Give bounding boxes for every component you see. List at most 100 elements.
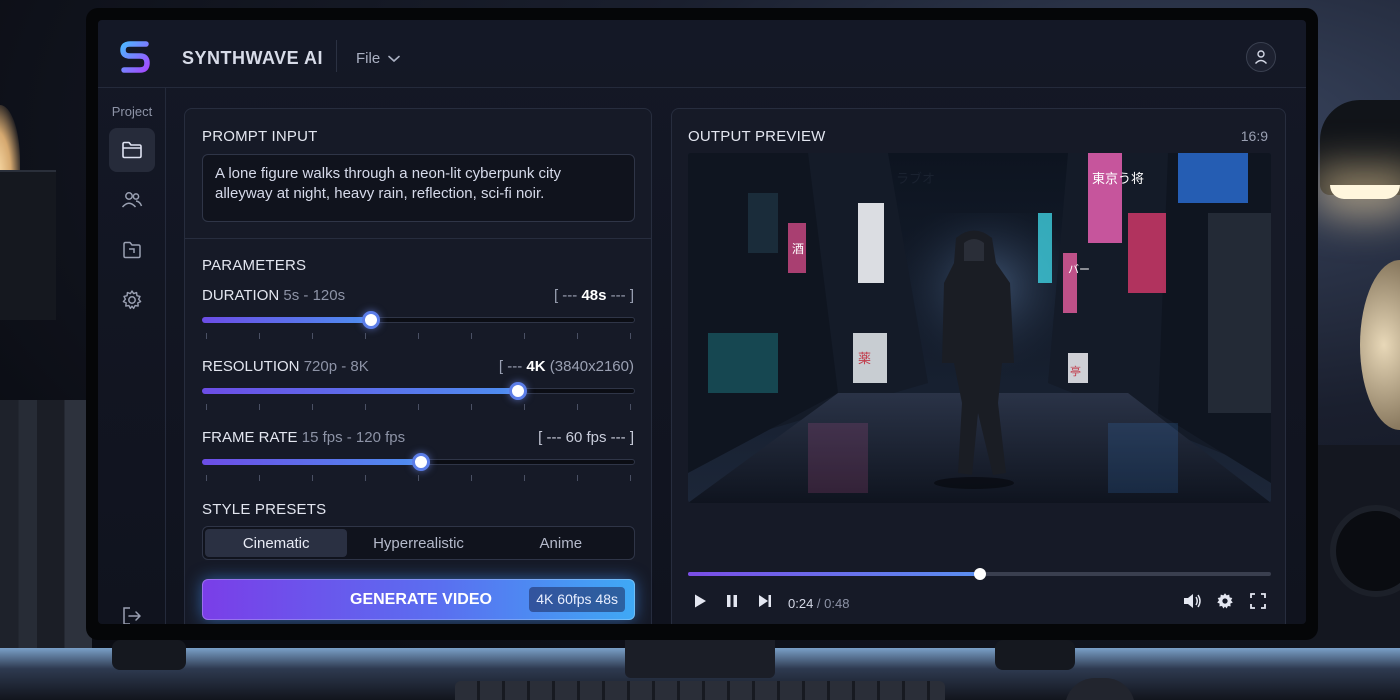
aspect-ratio: 16:9 <box>1240 128 1268 144</box>
parameters-section-title: PARAMETERS <box>202 257 307 274</box>
file-menu-label: File <box>356 50 381 67</box>
resolution-slider[interactable] <box>202 382 635 400</box>
resolution-ticks <box>206 404 631 410</box>
duration-label-text: DURATION <box>202 287 280 304</box>
monitor-stand <box>625 638 775 678</box>
desk-speaker-right <box>995 640 1075 670</box>
user-icon <box>1254 50 1268 64</box>
file-menu[interactable]: File <box>356 50 400 67</box>
frame-rate-value: [ --- 60 fps --- ] <box>538 429 634 446</box>
style-presets: Cinematic Hyperrealistic Anime <box>202 526 635 560</box>
logout-button[interactable] <box>109 594 155 624</box>
timeline-progress <box>688 572 980 576</box>
file-icon <box>123 241 141 259</box>
duration-value: [ --- 48s --- ] <box>554 287 634 304</box>
preset-anime[interactable]: Anime <box>490 529 632 557</box>
preset-hyperrealistic[interactable]: Hyperrealistic <box>347 529 489 557</box>
duration-ticks <box>206 333 631 339</box>
room-shelf <box>0 170 56 320</box>
timeline-scrubber[interactable] <box>973 568 986 580</box>
pause-button[interactable] <box>720 589 744 613</box>
room-desk-lamp <box>1320 100 1400 195</box>
neon-sign-3: 酒 <box>792 242 804 256</box>
volume-icon <box>1184 594 1201 608</box>
header-divider <box>336 40 337 72</box>
frame-rate-label-text: FRAME RATE <box>202 429 298 446</box>
sidebar-item-project-files[interactable] <box>109 128 155 172</box>
sidebar: Project <box>98 88 166 624</box>
video-frame-image: ラブオ 東京う将 酒 バー 薬 亭 <box>688 153 1271 503</box>
prompt-section-title: PROMPT INPUT <box>202 128 318 145</box>
playback-timeline[interactable] <box>688 568 1271 580</box>
keyboard <box>455 681 945 700</box>
resolution-label: RESOLUTION 720p - 8K <box>202 358 369 375</box>
duration-range: 5s - 120s <box>283 287 346 304</box>
generate-settings-badge: 4K 60fps 48s <box>529 587 625 612</box>
resolution-slider-thumb[interactable] <box>509 382 528 400</box>
user-avatar[interactable] <box>1246 42 1276 72</box>
preset-cinematic[interactable]: Cinematic <box>205 529 348 557</box>
frame-rate-label: FRAME RATE 15 fps - 120 fps <box>202 429 405 446</box>
total-time: 0:48 <box>824 596 850 611</box>
playback-time: 0:24 / 0:48 <box>788 596 849 611</box>
duration-slider[interactable] <box>202 311 635 329</box>
users-icon <box>121 192 143 208</box>
resolution-value-open: [ --- <box>498 358 527 375</box>
play-icon <box>695 594 706 608</box>
neon-sign-1: ラブオ <box>896 171 935 187</box>
logout-icon <box>123 607 141 624</box>
frame-rate-ticks <box>206 475 631 481</box>
play-button[interactable] <box>688 589 712 613</box>
gear-icon <box>1217 593 1233 609</box>
resolution-value: [ --- 4K (3840x2160) <box>499 358 634 375</box>
volume-button[interactable] <box>1180 589 1204 613</box>
room-books <box>0 400 92 670</box>
frame-rate-slider-fill <box>202 459 421 465</box>
resolution-range: 720p - 8K <box>303 358 369 375</box>
frame-rate-slider-thumb[interactable] <box>411 453 430 471</box>
generate-video-button[interactable]: GENERATE VIDEO 4K 60fps 48s <box>202 579 635 620</box>
chevron-down-icon <box>388 55 400 62</box>
neon-sign-6: 亭 <box>1070 364 1081 378</box>
neon-sign-5: 薬 <box>858 352 871 367</box>
frame-rate-range: 15 fps - 120 fps <box>301 429 406 446</box>
monitor: SYNTHWAVE AI File Project PROMPT INPUT A… <box>86 8 1318 640</box>
duration-label: DURATION 5s - 120s <box>202 287 345 304</box>
pause-icon <box>727 595 737 607</box>
output-panel: OUTPUT PREVIEW 16:9 ラブオ 東京う将 酒 バー 薬 亭 0:… <box>671 108 1286 624</box>
gear-icon <box>122 290 142 310</box>
resolution-slider-fill <box>202 388 519 394</box>
synthwave-logo-icon <box>120 41 150 73</box>
duration-value-open: [ --- <box>553 287 582 304</box>
controls-panel: PROMPT INPUT A lone figure walks through… <box>184 108 652 624</box>
video-preview[interactable]: ラブオ 東京う将 酒 バー 薬 亭 <box>688 153 1271 503</box>
current-time: 0:24 <box>788 596 814 611</box>
section-divider <box>185 238 651 239</box>
skip-forward-button[interactable] <box>753 589 777 613</box>
frame-rate-slider[interactable] <box>202 453 635 471</box>
desk-speaker-left <box>112 640 186 670</box>
duration-slider-thumb[interactable] <box>361 311 380 329</box>
generate-video-label: GENERATE VIDEO <box>350 591 492 608</box>
resolution-value-detail: (3840x2160) <box>545 358 634 375</box>
preview-section-title: OUTPUT PREVIEW <box>688 128 826 145</box>
duration-value-close: --- ] <box>606 287 634 304</box>
sidebar-item-team[interactable] <box>109 178 155 222</box>
top-bar: SYNTHWAVE AI File <box>98 20 1306 88</box>
room-lamp-glow <box>1330 185 1400 199</box>
neon-sign-4: バー <box>1068 263 1090 276</box>
prompt-input[interactable]: A lone figure walks through a neon-lit c… <box>202 154 635 222</box>
app-title: SYNTHWAVE AI <box>182 48 324 68</box>
resolution-value-text: 4K <box>526 358 546 375</box>
presets-section-title: STYLE PRESETS <box>202 501 327 518</box>
folder-icon <box>122 141 142 159</box>
fullscreen-button[interactable] <box>1246 589 1270 613</box>
sidebar-item-documents[interactable] <box>109 228 155 272</box>
duration-slider-fill <box>202 317 371 323</box>
sidebar-item-settings[interactable] <box>109 278 155 322</box>
sidebar-title: Project <box>111 104 153 119</box>
playback-settings-button[interactable] <box>1213 589 1237 613</box>
app-window: SYNTHWAVE AI File Project PROMPT INPUT A… <box>98 20 1306 624</box>
duration-value-text: 48s <box>581 287 607 304</box>
resolution-label-text: RESOLUTION <box>202 358 300 375</box>
